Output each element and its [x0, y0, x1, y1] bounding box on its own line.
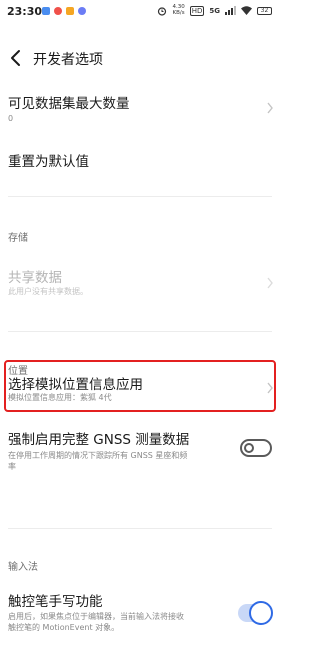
system-icons: 4.30 KB/s HD 5G 32 — [157, 4, 272, 16]
row-subtitle: 模拟位置信息应用：紫狐 4代 — [8, 393, 112, 402]
chevron-right-icon — [267, 382, 273, 394]
notification-app-icon — [78, 7, 86, 15]
stylus-toggle-switch[interactable] — [238, 601, 273, 625]
gnss-measurement-row[interactable]: 强制启用完整 GNSS 测量数据 在停用工作周期的情况下跟踪所有 GNSS 星座… — [0, 428, 280, 488]
stylus-handwriting-row[interactable]: 触控笔手写功能 启用后，如果焦点位于编辑器，当前输入法将接收 触控笔的 Moti… — [0, 590, 280, 646]
shared-data-row: 共享数据 此用户没有共享数据。 — [0, 262, 280, 302]
reset-default-row[interactable]: 重置为默认值 — [0, 144, 280, 178]
alarm-icon — [158, 6, 167, 16]
row-subtitle-line1: 在停用工作周期的情况下跟踪所有 GNSS 星座和频 — [8, 451, 188, 460]
network-type: 5G — [209, 6, 220, 15]
mock-location-app-row[interactable]: 选择模拟位置信息应用 模拟位置信息应用：紫狐 4代 — [0, 366, 280, 408]
notification-icons — [42, 7, 86, 15]
hd-icon: HD — [189, 5, 205, 16]
notification-app-icon — [54, 7, 62, 15]
wifi-icon — [241, 6, 252, 15]
divider — [8, 528, 272, 529]
status-time: 23:30 — [7, 5, 43, 18]
row-title: 强制启用完整 GNSS 测量数据 — [8, 432, 190, 448]
chevron-right-icon — [267, 102, 273, 114]
row-title: 可见数据集最大数量 — [8, 96, 130, 112]
chevron-right-icon — [267, 277, 273, 289]
app-bar: 开发者选项 — [0, 40, 280, 76]
row-title: 触控笔手写功能 — [8, 594, 103, 610]
visible-dataset-max-row[interactable]: 可见数据集最大数量 0 — [0, 86, 280, 132]
status-bar: 23:30 4.30 KB/s HD 5G 32 — [0, 0, 280, 26]
notification-app-icon — [66, 7, 74, 15]
gnss-toggle-switch[interactable] — [240, 439, 272, 457]
row-title: 选择模拟位置信息应用 — [8, 377, 143, 393]
row-subtitle-line2: 率 — [8, 462, 16, 471]
row-subtitle: 此用户没有共享数据。 — [8, 287, 88, 296]
divider — [8, 196, 272, 197]
notification-app-icon — [42, 7, 50, 15]
row-value: 0 — [8, 114, 14, 123]
toggle-knob — [244, 443, 254, 453]
toggle-knob — [249, 601, 273, 625]
page-title: 开发者选项 — [33, 52, 103, 68]
row-subtitle-line2: 触控笔的 MotionEvent 对象。 — [8, 623, 120, 632]
network-speed-unit: KB/s — [172, 9, 185, 16]
section-header-input-method: 输入法 — [8, 562, 38, 573]
row-title: 共享数据 — [8, 270, 62, 286]
battery-icon: 32 — [257, 6, 272, 15]
signal-icon — [225, 6, 236, 15]
network-speed: 4.30 KB/s — [172, 4, 185, 16]
divider — [8, 331, 272, 332]
back-arrow-icon[interactable] — [8, 48, 24, 68]
row-subtitle-line1: 启用后，如果焦点位于编辑器，当前输入法将接收 — [8, 612, 184, 621]
section-header-storage: 存储 — [8, 233, 28, 244]
row-title: 重置为默认值 — [8, 154, 89, 170]
